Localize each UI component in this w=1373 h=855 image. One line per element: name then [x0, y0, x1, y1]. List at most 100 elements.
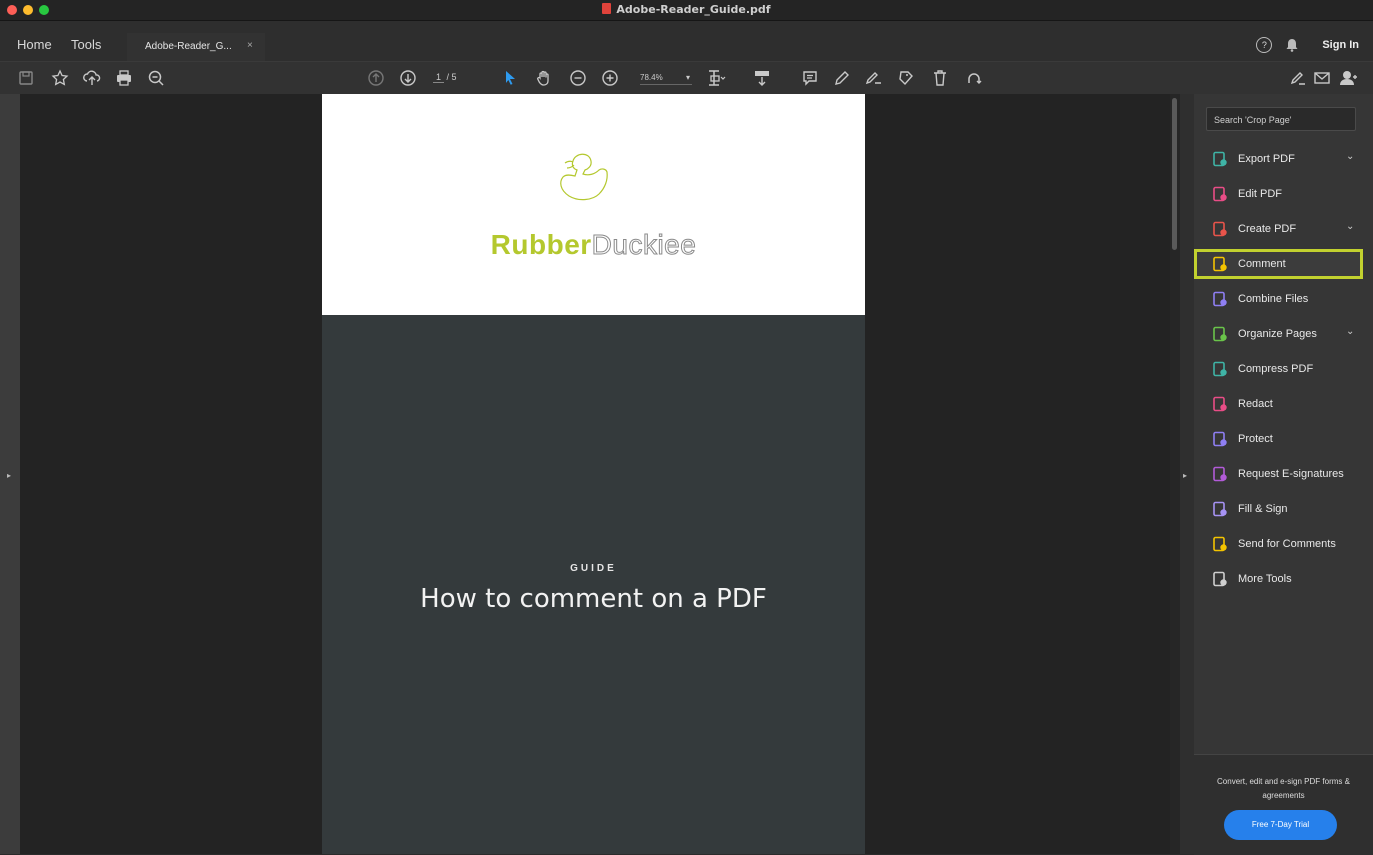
save-icon[interactable] [16, 68, 36, 88]
trash-icon[interactable] [930, 68, 950, 88]
print-icon[interactable] [114, 68, 134, 88]
trial-promo: Convert, edit and e-sign PDF forms & agr… [1194, 754, 1373, 855]
zoom-minus-icon[interactable] [568, 68, 588, 88]
chevron-down-icon[interactable]: ⌄ [1346, 326, 1354, 337]
tool-label: Request E-signatures [1238, 468, 1344, 480]
tool-label: Comment [1238, 258, 1286, 270]
logo-text-rubber: Rubber [490, 229, 592, 260]
prev-page-icon[interactable] [366, 68, 386, 88]
combine-files-icon [1213, 291, 1227, 307]
redact-icon [1213, 396, 1227, 412]
duck-logo-icon [560, 153, 608, 201]
sign-in-button[interactable]: Sign In [1322, 39, 1359, 51]
organize-pages-icon [1213, 326, 1227, 342]
page-indicator: 1 / 5 [433, 72, 457, 83]
pencil-icon[interactable] [832, 68, 852, 88]
scroll-mode-icon[interactable] [752, 68, 772, 88]
edit-pdf-icon [1213, 186, 1227, 202]
tool-label: Organize Pages [1238, 328, 1317, 340]
fill-sign-icon[interactable] [1288, 68, 1308, 88]
tab-document[interactable]: Adobe-Reader_G... × [127, 33, 265, 61]
tool-protect[interactable]: Protect [1194, 424, 1373, 454]
sign-icon[interactable] [864, 68, 884, 88]
tool-create-pdf[interactable]: Create PDF ⌄ [1194, 214, 1373, 244]
rotate-icon[interactable] [964, 68, 984, 88]
tool-label: Protect [1238, 433, 1273, 445]
tools-panel: Search 'Crop Page' Export PDF ⌄ Edit PDF Cr… [1194, 94, 1373, 855]
tool-edit-pdf[interactable]: Edit PDF [1194, 179, 1373, 209]
tool-label: Fill & Sign [1238, 503, 1288, 515]
mail-icon[interactable] [1312, 68, 1332, 88]
request-esignatures-icon [1213, 466, 1227, 482]
close-tab-icon[interactable]: × [247, 40, 253, 51]
right-panel-toggle[interactable]: ▸ [1180, 94, 1194, 854]
zoom-plus-icon[interactable] [600, 68, 620, 88]
page-number-input[interactable]: 1 [433, 72, 445, 83]
tool-combine-files[interactable]: Combine Files [1194, 284, 1373, 314]
tab-tools[interactable]: Tools [71, 37, 101, 52]
zoom-level-value: 78.4% [640, 73, 663, 82]
promo-text: Convert, edit and e-sign PDF forms & agr… [1217, 777, 1350, 800]
window-title-text: Adobe-Reader_Guide.pdf [616, 3, 771, 16]
comment-icon [1213, 256, 1227, 272]
export-pdf-icon [1213, 151, 1227, 167]
rubberduckiee-logo: RubberDuckiee [322, 229, 865, 261]
page-header-area: RubberDuckiee [322, 94, 865, 315]
chevron-down-icon[interactable]: ⌄ [1346, 151, 1354, 162]
page-total: / 5 [446, 72, 457, 82]
chevron-down-icon[interactable]: ⌄ [1346, 221, 1354, 232]
pdf-file-icon [602, 3, 612, 14]
tool-label: Compress PDF [1238, 363, 1314, 375]
tool-comment[interactable]: Comment [1194, 249, 1363, 279]
bell-icon[interactable] [1286, 38, 1298, 52]
stamp-icon[interactable] [896, 68, 916, 88]
chevron-down-icon: ▾ [685, 73, 690, 82]
header-right-group: ? Sign In [1256, 37, 1359, 53]
tool-label: Send for Comments [1238, 538, 1336, 550]
hand-icon[interactable] [534, 68, 554, 88]
pdf-page[interactable]: RubberDuckiee GUIDE How to comment on a … [322, 94, 865, 854]
tool-redact[interactable]: Redact [1194, 389, 1373, 419]
window-title: Adobe-Reader_Guide.pdf [0, 3, 1373, 16]
left-panel-toggle[interactable]: ▸ [0, 94, 20, 854]
document-headline: How to comment on a PDF [420, 584, 767, 614]
tools-search-input[interactable]: Search 'Crop Page' [1206, 107, 1356, 131]
tool-label: Edit PDF [1238, 188, 1283, 200]
tool-compress-pdf[interactable]: Compress PDF [1194, 354, 1373, 384]
send-for-comments-icon [1213, 536, 1227, 552]
upload-icon[interactable] [82, 68, 102, 88]
tool-export-pdf[interactable]: Export PDF ⌄ [1194, 144, 1373, 174]
compress-pdf-icon [1213, 361, 1227, 377]
expand-left-icon: ▸ [7, 471, 12, 480]
more-tools-icon [1213, 571, 1227, 587]
scrollbar-thumb[interactable] [1172, 98, 1177, 250]
document-tab-label: Adobe-Reader_G... [145, 41, 232, 52]
tool-organize-pages[interactable]: Organize Pages ⌄ [1194, 319, 1373, 349]
tool-label: Export PDF [1238, 153, 1295, 165]
tool-label: Create PDF [1238, 223, 1297, 235]
logo-text-duckiee: Duckiee [591, 229, 697, 261]
share-user-icon[interactable] [1338, 68, 1358, 88]
tab-home[interactable]: Home [17, 37, 52, 52]
protect-icon [1213, 431, 1227, 447]
tool-request-e-signatures[interactable]: Request E-signatures [1194, 459, 1373, 489]
tool-fill-sign[interactable]: Fill & Sign [1194, 494, 1373, 524]
free-trial-button[interactable]: Free 7-Day Trial [1224, 810, 1337, 840]
help-icon[interactable]: ? [1256, 37, 1273, 53]
fill-sign-tool-icon [1213, 501, 1227, 517]
tool-label: Redact [1238, 398, 1273, 410]
tool-send-for-comments[interactable]: Send for Comments [1194, 529, 1373, 559]
next-page-icon[interactable] [398, 68, 418, 88]
collapse-right-icon: ▸ [1183, 471, 1188, 480]
zoom-level-select[interactable]: 78.4% ▾ [640, 73, 692, 85]
zoom-out-icon[interactable] [146, 68, 166, 88]
tool-more-tools[interactable]: More Tools [1194, 564, 1373, 594]
tool-label: Combine Files [1238, 293, 1309, 305]
document-label: GUIDE [570, 563, 617, 574]
star-icon[interactable] [50, 68, 70, 88]
create-pdf-icon [1213, 221, 1227, 237]
select-arrow-icon[interactable] [500, 68, 520, 88]
tool-label: More Tools [1238, 573, 1292, 585]
fit-page-icon[interactable] [706, 68, 726, 88]
comment-note-icon[interactable] [800, 68, 820, 88]
